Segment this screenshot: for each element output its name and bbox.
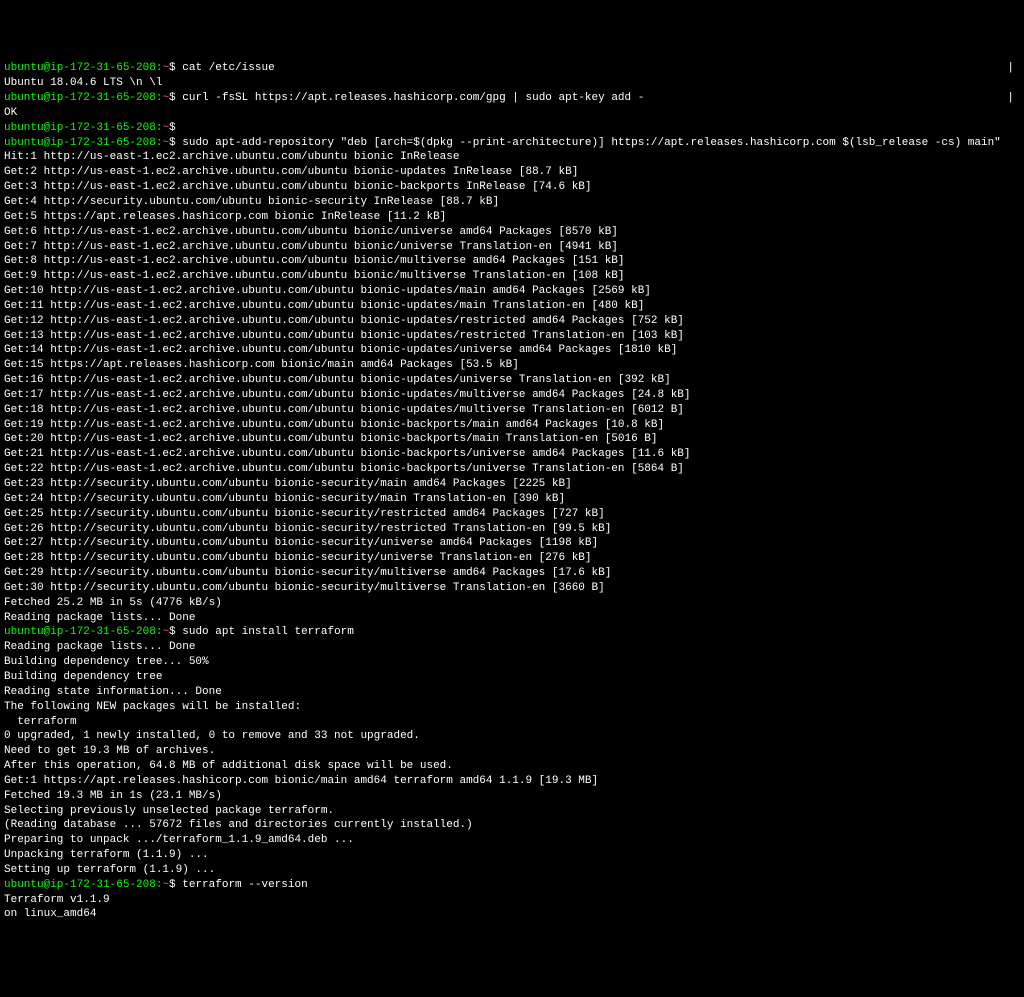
- terminal-output-line: Get:16 http://us-east-1.ec2.archive.ubun…: [4, 373, 1020, 388]
- terminal-output-line: Get:6 http://us-east-1.ec2.archive.ubunt…: [4, 225, 1020, 240]
- terminal-output-line: Ubuntu 18.04.6 LTS \n \l: [4, 76, 1020, 91]
- terminal-output-line: Need to get 19.3 MB of archives.: [4, 744, 1020, 759]
- terminal-output-line: Get:27 http://security.ubuntu.com/ubuntu…: [4, 536, 1020, 551]
- terminal-output-line: Get:4 http://security.ubuntu.com/ubuntu …: [4, 195, 1020, 210]
- terminal-output-line: Unpacking terraform (1.1.9) ...: [4, 848, 1020, 863]
- terminal-output-line: on linux_amd64: [4, 907, 1020, 922]
- shell-command[interactable]: sudo apt-add-repository "deb [arch=$(dpk…: [182, 137, 1001, 149]
- terminal-output-line: Building dependency tree: [4, 670, 1020, 685]
- shell-prompt-dollar: $: [169, 137, 182, 149]
- terminal-output-line: Preparing to unpack .../terraform_1.1.9_…: [4, 833, 1020, 848]
- shell-prompt: ubuntu@ip-172-31-65-208: [4, 122, 156, 134]
- shell-prompt: ubuntu@ip-172-31-65-208: [4, 626, 156, 638]
- terminal-output-line: Reading package lists... Done: [4, 611, 1020, 626]
- shell-prompt: ubuntu@ip-172-31-65-208: [4, 62, 156, 74]
- terminal-output-line: Get:9 http://us-east-1.ec2.archive.ubunt…: [4, 269, 1020, 284]
- terminal-output-line: Get:7 http://us-east-1.ec2.archive.ubunt…: [4, 240, 1020, 255]
- scroll-indicator: |: [1007, 91, 1014, 106]
- terminal-output-line: Hit:1 http://us-east-1.ec2.archive.ubunt…: [4, 150, 1020, 165]
- shell-command[interactable]: sudo apt install terraform: [182, 626, 354, 638]
- terminal-output-line: Get:25 http://security.ubuntu.com/ubuntu…: [4, 507, 1020, 522]
- shell-prompt-dollar: $: [169, 62, 182, 74]
- terminal-output-line: Setting up terraform (1.1.9) ...: [4, 863, 1020, 878]
- terminal-output-line: Get:22 http://us-east-1.ec2.archive.ubun…: [4, 462, 1020, 477]
- terminal-output-line: (Reading database ... 57672 files and di…: [4, 818, 1020, 833]
- shell-prompt-tilde: ~: [162, 626, 169, 638]
- shell-prompt-dollar: $: [169, 879, 182, 891]
- terminal-output-line: After this operation, 64.8 MB of additio…: [4, 759, 1020, 774]
- shell-prompt-path: :: [156, 879, 163, 891]
- terminal-output-line: Get:10 http://us-east-1.ec2.archive.ubun…: [4, 284, 1020, 299]
- terminal-output-line: Building dependency tree... 50%: [4, 655, 1020, 670]
- terminal-output-line: Get:12 http://us-east-1.ec2.archive.ubun…: [4, 314, 1020, 329]
- terminal-output-line: Reading state information... Done: [4, 685, 1020, 700]
- shell-command[interactable]: cat /etc/issue: [182, 62, 274, 74]
- terminal-output-line: Get:19 http://us-east-1.ec2.archive.ubun…: [4, 418, 1020, 433]
- shell-command[interactable]: terraform --version: [182, 879, 307, 891]
- shell-prompt-dollar: $: [169, 626, 182, 638]
- terminal-output-line: terraform: [4, 715, 1020, 730]
- shell-prompt-dollar: $: [169, 92, 182, 104]
- terminal-output-line: Get:11 http://us-east-1.ec2.archive.ubun…: [4, 299, 1020, 314]
- terminal-output-line: Get:18 http://us-east-1.ec2.archive.ubun…: [4, 403, 1020, 418]
- terminal-output-line: Get:28 http://security.ubuntu.com/ubuntu…: [4, 551, 1020, 566]
- shell-prompt: ubuntu@ip-172-31-65-208: [4, 92, 156, 104]
- terminal[interactable]: ubuntu@ip-172-31-65-208:~$ cat /etc/issu…: [4, 61, 1020, 922]
- terminal-output-line: Get:14 http://us-east-1.ec2.archive.ubun…: [4, 343, 1020, 358]
- terminal-output-line: Get:5 https://apt.releases.hashicorp.com…: [4, 210, 1020, 225]
- terminal-output-line: Get:20 http://us-east-1.ec2.archive.ubun…: [4, 432, 1020, 447]
- scroll-indicator: |: [1007, 61, 1014, 76]
- terminal-output-line: Get:26 http://security.ubuntu.com/ubuntu…: [4, 522, 1020, 537]
- terminal-output-line: Get:23 http://security.ubuntu.com/ubuntu…: [4, 477, 1020, 492]
- terminal-output-line: Get:30 http://security.ubuntu.com/ubuntu…: [4, 581, 1020, 596]
- terminal-output-line: Get:15 https://apt.releases.hashicorp.co…: [4, 358, 1020, 373]
- shell-prompt: ubuntu@ip-172-31-65-208: [4, 879, 156, 891]
- terminal-output-line: Get:21 http://us-east-1.ec2.archive.ubun…: [4, 447, 1020, 462]
- terminal-output-line: Terraform v1.1.9: [4, 893, 1020, 908]
- terminal-output-line: Fetched 25.2 MB in 5s (4776 kB/s): [4, 596, 1020, 611]
- shell-command[interactable]: curl -fsSL https://apt.releases.hashicor…: [182, 92, 644, 104]
- shell-prompt-path: :: [156, 626, 163, 638]
- terminal-output-line: Reading package lists... Done: [4, 640, 1020, 655]
- terminal-output-line: Selecting previously unselected package …: [4, 804, 1020, 819]
- shell-prompt-dollar: $: [169, 122, 182, 134]
- terminal-output-line: 0 upgraded, 1 newly installed, 0 to remo…: [4, 729, 1020, 744]
- terminal-output-line: Get:1 https://apt.releases.hashicorp.com…: [4, 774, 1020, 789]
- terminal-output-line: Get:24 http://security.ubuntu.com/ubuntu…: [4, 492, 1020, 507]
- terminal-output-line: Fetched 19.3 MB in 1s (23.1 MB/s): [4, 789, 1020, 804]
- terminal-output-line: Get:3 http://us-east-1.ec2.archive.ubunt…: [4, 180, 1020, 195]
- terminal-output-line: OK: [4, 106, 1020, 121]
- terminal-output-line: Get:2 http://us-east-1.ec2.archive.ubunt…: [4, 165, 1020, 180]
- shell-prompt: ubuntu@ip-172-31-65-208: [4, 137, 156, 149]
- terminal-output-line: Get:8 http://us-east-1.ec2.archive.ubunt…: [4, 254, 1020, 269]
- terminal-output-line: Get:17 http://us-east-1.ec2.archive.ubun…: [4, 388, 1020, 403]
- terminal-output-line: Get:29 http://security.ubuntu.com/ubuntu…: [4, 566, 1020, 581]
- terminal-output-line: The following NEW packages will be insta…: [4, 700, 1020, 715]
- terminal-output-line: Get:13 http://us-east-1.ec2.archive.ubun…: [4, 329, 1020, 344]
- shell-prompt-tilde: ~: [162, 879, 169, 891]
